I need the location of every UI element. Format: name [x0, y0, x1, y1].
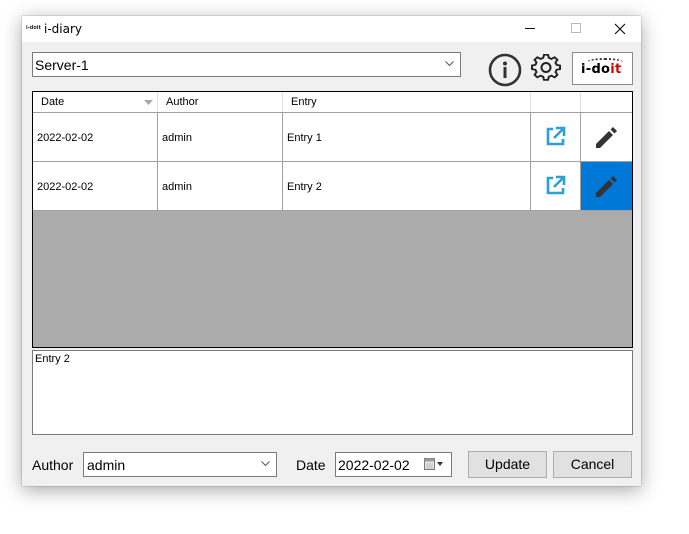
entry-detail-text: Entry 2	[35, 353, 70, 365]
app-icon: i-doit	[26, 25, 41, 31]
minimize-button[interactable]	[508, 16, 552, 42]
external-link-icon	[546, 175, 566, 195]
gear-icon	[531, 53, 561, 81]
column-header-edit	[581, 92, 632, 112]
chevron-down-icon	[261, 461, 270, 467]
cell-entry[interactable]: Entry 1	[283, 113, 531, 162]
chevron-down-icon	[445, 61, 454, 67]
date-picker-value: 2022-02-02	[338, 457, 410, 473]
cancel-button[interactable]: Cancel	[553, 451, 632, 478]
column-header-author[interactable]: Author	[158, 92, 283, 112]
edit-entry-button[interactable]	[581, 162, 632, 211]
pencil-icon	[596, 176, 617, 197]
column-header-open	[531, 92, 581, 112]
idoit-logo-button[interactable]: i-doit	[572, 52, 633, 85]
cell-author[interactable]: admin	[158, 113, 283, 162]
author-select[interactable]: admin	[83, 452, 277, 477]
edit-entry-button[interactable]	[581, 113, 632, 162]
close-icon	[614, 23, 626, 35]
sort-arrow-icon	[144, 100, 153, 105]
calendar-dropdown-icon[interactable]	[424, 458, 446, 471]
window-title: i-diary	[44, 22, 83, 36]
table-row[interactable]: 2022-02-02 admin Entry 2	[33, 162, 632, 211]
table-row[interactable]: 2022-02-02 admin Entry 1	[33, 113, 632, 162]
author-label: Author	[32, 457, 74, 473]
update-button[interactable]: Update	[468, 451, 547, 478]
cell-date[interactable]: 2022-02-02	[33, 113, 158, 162]
server-select-value: Server-1	[35, 57, 89, 73]
app-window: i-doit i-diary Server-1 i-doit Date Auth…	[22, 16, 641, 486]
external-link-icon	[546, 126, 566, 146]
info-circle-icon	[488, 53, 522, 87]
column-header-entry[interactable]: Entry	[283, 92, 531, 112]
open-entry-button[interactable]	[531, 162, 581, 211]
server-select[interactable]: Server-1	[32, 52, 461, 77]
pencil-icon	[596, 127, 617, 148]
column-header-date[interactable]: Date	[33, 92, 158, 112]
title-bar: i-doit i-diary	[22, 16, 641, 42]
cell-entry[interactable]: Entry 2	[283, 162, 531, 211]
date-picker[interactable]: 2022-02-02	[335, 452, 452, 477]
cell-date[interactable]: 2022-02-02	[33, 162, 158, 211]
entry-detail-textarea[interactable]: Entry 2	[32, 350, 633, 435]
open-entry-button[interactable]	[531, 113, 581, 162]
entries-grid: Date Author Entry 2022-02-02 admin Entry…	[32, 91, 633, 348]
settings-button[interactable]	[531, 53, 561, 84]
cell-author[interactable]: admin	[158, 162, 283, 211]
idoit-logo: i-doit	[581, 62, 622, 77]
author-select-value: admin	[87, 457, 126, 473]
grid-header: Date Author Entry	[33, 92, 632, 113]
date-label: Date	[296, 457, 326, 473]
maximize-button[interactable]	[554, 16, 598, 42]
close-button[interactable]	[597, 16, 641, 42]
info-button[interactable]	[488, 53, 522, 87]
